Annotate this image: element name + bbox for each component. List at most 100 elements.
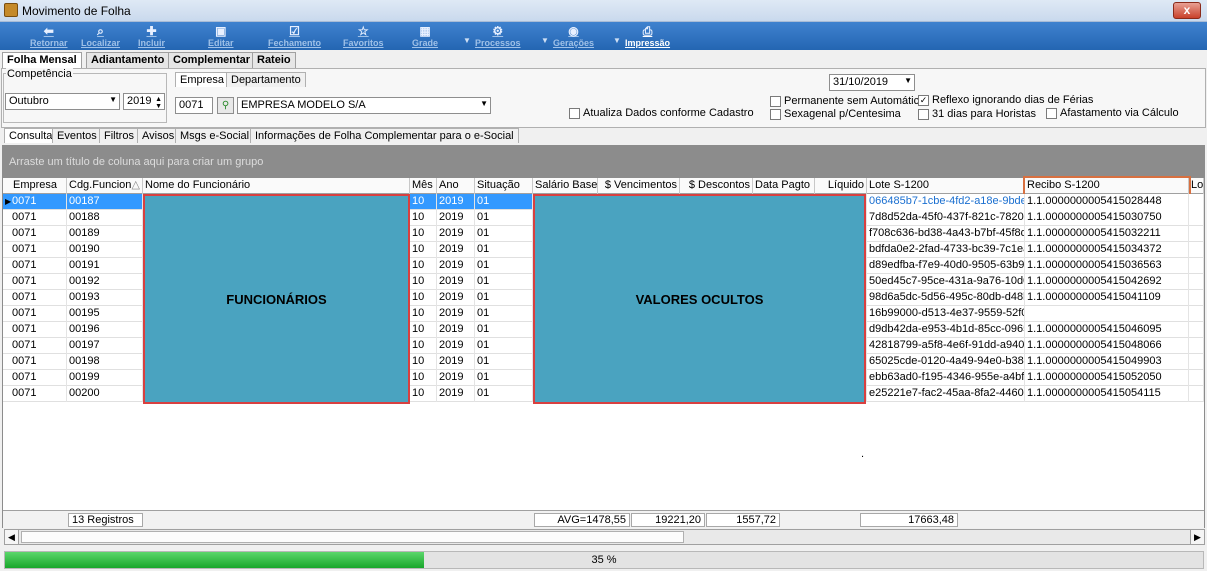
cell[interactable]: 10: [410, 226, 437, 242]
afastamento-checkbox[interactable]: [1046, 108, 1057, 119]
cell[interactable]: 00200: [67, 386, 143, 402]
cell[interactable]: d89edfba-f7e9-40d0-9505-63b9e3: [867, 258, 1025, 274]
cell[interactable]: 1.1.0000000005415052050: [1025, 370, 1189, 386]
cell[interactable]: [1189, 306, 1204, 322]
month-select[interactable]: Outubro ▼: [5, 93, 120, 110]
cell[interactable]: 1.1.0000000005415046095: [1025, 322, 1189, 338]
cell[interactable]: 2019: [437, 322, 475, 338]
cell[interactable]: 1.1.0000000005415034372: [1025, 242, 1189, 258]
toolbar-geraes-button[interactable]: ◉ ▼ Gerações: [541, 24, 594, 48]
cell[interactable]: 2019: [437, 386, 475, 402]
cell[interactable]: 1.1.0000000005415049903: [1025, 354, 1189, 370]
column-header-0[interactable]: Empresa: [3, 178, 67, 194]
tab-folha-mensal[interactable]: Folha Mensal: [2, 52, 82, 69]
cell[interactable]: e25221e7-fac2-45aa-8fa2-44609fe: [867, 386, 1025, 402]
cell[interactable]: 00191: [67, 258, 143, 274]
column-header-3[interactable]: Mês: [410, 178, 437, 194]
cell[interactable]: 00190: [67, 242, 143, 258]
reflexo-checkbox[interactable]: ✓: [918, 95, 929, 106]
cell[interactable]: 10: [410, 194, 437, 210]
cell[interactable]: 2019: [437, 274, 475, 290]
cell[interactable]: [1189, 194, 1204, 210]
cell[interactable]: 2019: [437, 338, 475, 354]
cell[interactable]: 0071: [3, 194, 67, 210]
tab-empresa[interactable]: Empresa: [175, 72, 230, 87]
cell[interactable]: 066485b7-1cbe-4fd2-a18e-9bdedd: [867, 194, 1025, 210]
horizontal-scrollbar[interactable]: ◀ ▶: [4, 529, 1205, 545]
cell[interactable]: 0071: [3, 338, 67, 354]
cell[interactable]: 01: [475, 322, 533, 338]
cell[interactable]: 01: [475, 226, 533, 242]
cell[interactable]: 00198: [67, 354, 143, 370]
toolbar-processos-button[interactable]: ⚙ ▼ Processos: [463, 24, 521, 48]
toolbar-favoritos-button[interactable]: ☆ Favoritos: [343, 24, 384, 48]
group-by-area[interactable]: Arraste um título de coluna aqui para cr…: [3, 146, 1204, 178]
subtab-0[interactable]: Consulta: [4, 128, 58, 143]
cell[interactable]: 2019: [437, 306, 475, 322]
cell[interactable]: 1.1.0000000005415054115: [1025, 386, 1189, 402]
cell[interactable]: [1189, 386, 1204, 402]
toolbar-localizar-button[interactable]: ⌕ Localizar: [81, 24, 120, 48]
column-header-8[interactable]: $ Descontos: [680, 178, 753, 194]
cell[interactable]: 01: [475, 258, 533, 274]
cell[interactable]: 01: [475, 338, 533, 354]
column-header-13[interactable]: Lote: [1189, 178, 1204, 194]
tab-rateio[interactable]: Rateio: [252, 52, 296, 68]
column-header-4[interactable]: Ano: [437, 178, 475, 194]
column-header-5[interactable]: Situação: [475, 178, 533, 194]
cell[interactable]: [1025, 306, 1189, 322]
lookup-icon[interactable]: ⚲: [217, 97, 234, 114]
cell[interactable]: 1.1.0000000005415036563: [1025, 258, 1189, 274]
cell[interactable]: 2019: [437, 354, 475, 370]
cell[interactable]: 2019: [437, 290, 475, 306]
cell[interactable]: 1.1.0000000005415042692: [1025, 274, 1189, 290]
cell[interactable]: 00187: [67, 194, 143, 210]
cell[interactable]: 2019: [437, 258, 475, 274]
subtab-1[interactable]: Eventos: [52, 128, 102, 143]
cell[interactable]: 00192: [67, 274, 143, 290]
cell[interactable]: 0071: [3, 274, 67, 290]
scroll-left-icon[interactable]: ◀: [5, 530, 19, 544]
spin-arrows-icon[interactable]: ▲ ▼: [155, 96, 162, 109]
empresa-code-field[interactable]: 0071: [175, 97, 213, 114]
cell[interactable]: 0071: [3, 242, 67, 258]
cell[interactable]: 00188: [67, 210, 143, 226]
cell[interactable]: 2019: [437, 194, 475, 210]
subtab-3[interactable]: Avisos: [137, 128, 180, 143]
cell[interactable]: 00193: [67, 290, 143, 306]
cell[interactable]: [1189, 338, 1204, 354]
cell[interactable]: 1.1.0000000005415032211: [1025, 226, 1189, 242]
cell[interactable]: 10: [410, 258, 437, 274]
cell[interactable]: 00199: [67, 370, 143, 386]
toolbar-retornar-button[interactable]: ⬅ Retornar: [30, 24, 68, 48]
dias31-checkbox[interactable]: [918, 109, 929, 120]
column-header-2[interactable]: Nome do Funcionário: [143, 178, 410, 194]
cell[interactable]: f708c636-bd38-4a43-b7bf-45f8d2fc: [867, 226, 1025, 242]
atualiza-checkbox[interactable]: [569, 108, 580, 119]
cell[interactable]: bdfda0e2-2fad-4733-bc39-7c1ea4: [867, 242, 1025, 258]
tab-adiantamento[interactable]: Adiantamento: [86, 52, 170, 68]
cell[interactable]: 42818799-a5f8-4e6f-91dd-a94038d: [867, 338, 1025, 354]
cell[interactable]: 00196: [67, 322, 143, 338]
cell[interactable]: 0071: [3, 354, 67, 370]
subtab-2[interactable]: Filtros: [99, 128, 139, 143]
cell[interactable]: 00189: [67, 226, 143, 242]
cell[interactable]: 01: [475, 194, 533, 210]
cell[interactable]: [1189, 370, 1204, 386]
cell[interactable]: [1189, 354, 1204, 370]
cell[interactable]: 10: [410, 242, 437, 258]
close-button[interactable]: x: [1173, 2, 1201, 19]
cell[interactable]: 0071: [3, 370, 67, 386]
cell[interactable]: 98d6a5dc-5d56-495c-80db-d48be: [867, 290, 1025, 306]
column-header-7[interactable]: $ Vencimentos: [598, 178, 680, 194]
cell[interactable]: 16b99000-d513-4e37-9559-52f05dc: [867, 306, 1025, 322]
cell[interactable]: 0071: [3, 322, 67, 338]
cell[interactable]: 0071: [3, 290, 67, 306]
column-header-10[interactable]: Líquido: [815, 178, 867, 194]
year-spinner[interactable]: 2019 ▲ ▼: [123, 93, 165, 110]
empresa-name-select[interactable]: EMPRESA MODELO S/A ▼: [237, 97, 491, 114]
cell[interactable]: [1189, 322, 1204, 338]
cell[interactable]: 10: [410, 290, 437, 306]
cell[interactable]: 0071: [3, 306, 67, 322]
chevron-down-icon[interactable]: ▼: [613, 36, 621, 45]
